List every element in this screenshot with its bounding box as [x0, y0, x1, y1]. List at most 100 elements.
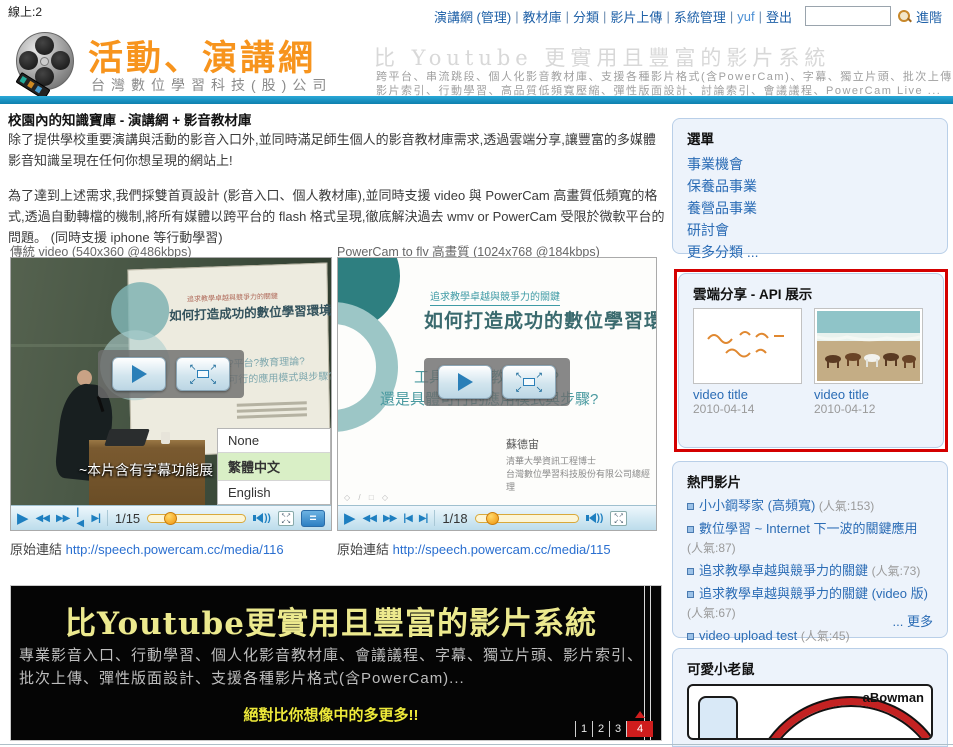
nav-categories[interactable]: 分類	[573, 7, 599, 26]
nav-logout[interactable]: 登出	[766, 7, 792, 26]
nav-separator: |	[666, 9, 669, 24]
fullscreen-icon: ↖↗↙↘	[190, 365, 216, 383]
sidebar-item-nutrition[interactable]: 養營品事業	[687, 197, 933, 219]
nav-username[interactable]: yuf	[737, 9, 754, 24]
banner-page-2[interactable]: 2	[592, 721, 609, 737]
subtitle-option-none[interactable]: None	[218, 429, 330, 453]
right-video-stage[interactable]: 追求教學卓越與競爭力的關鍵 如何打造成功的數位學習環境 工具?平台?教育理論? …	[338, 258, 656, 506]
sidebar-item-seminar[interactable]: 研討會	[687, 219, 933, 241]
intro-paragraph-2: 為了達到上述需求,我們採雙首頁設計 (影音入口、個人教材庫),並同時支援 vid…	[8, 185, 665, 248]
fullscreen-button[interactable]: ↖↗↙↘	[610, 511, 627, 526]
slide-counter: 1/15	[115, 511, 140, 526]
banner-title: 比Youtube更實用且豐富的影片系統	[11, 598, 651, 643]
subtitle-option-traditional-chinese[interactable]: 繁體中文	[218, 453, 330, 481]
forward-button[interactable]: ▶▶	[383, 513, 396, 524]
top-navigation: 演講網 (管理)| 教材庫| 分類| 影片上傳| 系統管理| yuf| 登出 進…	[431, 6, 945, 26]
laptop	[104, 429, 150, 446]
seek-slider-thumb[interactable]	[486, 512, 499, 525]
hot-video-item: 追求教學卓越與競爭力的關鍵 (人氣:73)	[687, 561, 933, 581]
banner-page-1[interactable]: 1	[575, 721, 592, 737]
widget-brand: aBowman	[863, 690, 924, 705]
slide-counter: 1/18	[442, 511, 467, 526]
banner-description: 專業影音入口、行動學習、個人化影音教材庫、會議議程、字幕、獨立片頭、影片索引、批…	[19, 644, 647, 690]
right-source-url[interactable]: http://speech.powercam.cc/media/115	[393, 542, 611, 557]
seek-slider-thumb[interactable]	[164, 512, 177, 525]
play-icon	[458, 373, 473, 391]
company-name: 台灣數位學習科技(股)公司	[91, 75, 332, 95]
nav-separator: |	[566, 9, 569, 24]
right-source-link-row: 原始連結 http://speech.powercam.cc/media/115	[337, 539, 611, 558]
nav-material-library[interactable]: 教材庫	[523, 7, 562, 26]
cloud-video-2-thumbnail[interactable]	[814, 308, 923, 384]
nav-separator: |	[759, 9, 762, 24]
next-button[interactable]: ▶|	[419, 513, 428, 524]
previous-button[interactable]: |◀	[76, 507, 84, 529]
banner-page-4-active[interactable]: 4	[626, 721, 653, 737]
overlay-button-panel: ↖↗↙↘	[98, 350, 244, 398]
cloud-share-box: 雲端分享 - API 展示 video title 2010-04-14	[678, 273, 944, 448]
subtitle-menu-button[interactable]: =	[301, 510, 325, 527]
cloud-video-1: video title 2010-04-14	[693, 308, 805, 416]
nav-system-admin[interactable]: 系統管理	[674, 7, 726, 26]
hot-videos-more-link[interactable]: ... 更多	[893, 611, 933, 630]
rewind-button[interactable]: ◀◀	[363, 513, 376, 524]
hot-video-item: 小小鋼琴家 (高頻寬) (人氣:153)	[687, 496, 933, 516]
nav-lecture-admin[interactable]: 演講網 (管理)	[434, 7, 511, 26]
subtitle-overlay-text: ~本片含有字幕功能展	[79, 460, 213, 480]
volume-icon[interactable]: ))	[253, 513, 271, 524]
play-button[interactable]: ▶	[17, 511, 29, 526]
bullet-square-icon	[687, 633, 694, 640]
play-overlay-button[interactable]	[112, 357, 166, 391]
feeder-tube[interactable]	[698, 696, 738, 740]
cloud-video-1-title[interactable]: video title	[693, 387, 805, 402]
rewind-button[interactable]: ◀◀	[36, 513, 49, 524]
right-player-controls: ▶ ◀◀ ▶▶ |◀ ▶| 1/18 )) ↖↗↙↘	[338, 505, 656, 530]
banner-page-3[interactable]: 3	[609, 721, 626, 737]
search-icon[interactable]	[897, 9, 911, 23]
cloud-video-2: video title 2010-04-12	[814, 308, 926, 416]
advanced-search-link[interactable]: 進階	[916, 7, 942, 26]
film-reel-icon	[14, 32, 78, 96]
hamster-widget[interactable]: aBowman	[687, 684, 933, 740]
fullscreen-button[interactable]: ↖↗↙↘	[278, 511, 294, 526]
page-bottom-border	[0, 744, 953, 745]
previous-button[interactable]: |◀	[403, 513, 412, 524]
fullscreen-icon: ↖↗↙↘	[516, 373, 542, 391]
slide-small-title: 追求教學卓越與競爭力的關鍵	[430, 288, 560, 306]
cute-mouse-title: 可愛小老鼠	[687, 658, 933, 678]
hot-video-item: 數位學習 ~ Internet 下一波的關鍵應用 (人氣:87)	[687, 519, 933, 558]
play-button[interactable]: ▶	[344, 511, 356, 526]
seek-slider[interactable]	[147, 514, 246, 523]
cloud-video-2-title[interactable]: video title	[814, 387, 926, 402]
fullscreen-overlay-button[interactable]: ↖↗↙↘	[176, 357, 230, 391]
nav-upload[interactable]: 影片上傳	[610, 7, 662, 26]
fullscreen-overlay-button[interactable]: ↖↗↙↘	[502, 365, 556, 399]
seek-slider[interactable]	[475, 514, 579, 523]
play-icon	[132, 365, 147, 383]
video-player-traditional: 追求教學卓越與競爭力的關鍵 如何打造成功的數位學習環境 工具?平台?教育理論? …	[10, 257, 332, 531]
video-player-powercam: 追求教學卓越與競爭力的關鍵 如何打造成功的數位學習環境 工具?平台?教育理論? …	[337, 257, 657, 531]
cloud-share-highlight-frame: 雲端分享 - API 展示 video title 2010-04-14	[674, 269, 948, 452]
play-overlay-button[interactable]	[438, 365, 492, 399]
bullet-square-icon	[687, 526, 694, 533]
left-source-url[interactable]: http://speech.powercam.cc/media/116	[66, 542, 284, 557]
subtitle-option-english[interactable]: English	[218, 481, 330, 504]
volume-icon[interactable]: ))	[586, 513, 604, 524]
cloud-video-1-thumbnail[interactable]	[693, 308, 802, 384]
sidebar-item-business-opportunity[interactable]: 事業機會	[687, 153, 933, 175]
sidebar-item-more-categories[interactable]: 更多分類 ...	[687, 241, 933, 263]
left-source-link-row: 原始連結 http://speech.powercam.cc/media/116	[10, 539, 284, 558]
promo-banner[interactable]: 比Youtube更實用且豐富的影片系統 專業影音入口、行動學習、個人化影音教材庫…	[10, 585, 662, 741]
cloud-video-1-date: 2010-04-14	[693, 402, 805, 416]
page-title: 校園內的知識寶庫 - 演講網 + 影音教材庫	[8, 109, 251, 129]
search-input[interactable]	[805, 6, 891, 26]
banner-arrow-icon	[635, 711, 645, 718]
banner-pagination: 1 2 3 4	[575, 721, 653, 737]
sidebar-menu-box: 選單 事業機會 保養品事業 養營品事業 研討會 更多分類 ...	[672, 118, 948, 254]
online-count: 線上:2	[8, 3, 42, 20]
sidebar-item-skincare[interactable]: 保養品事業	[687, 175, 933, 197]
next-button[interactable]: ▶|	[91, 513, 100, 524]
forward-button[interactable]: ▶▶	[56, 513, 69, 524]
bullet-square-icon	[687, 503, 694, 510]
bullet-square-icon	[687, 568, 694, 575]
